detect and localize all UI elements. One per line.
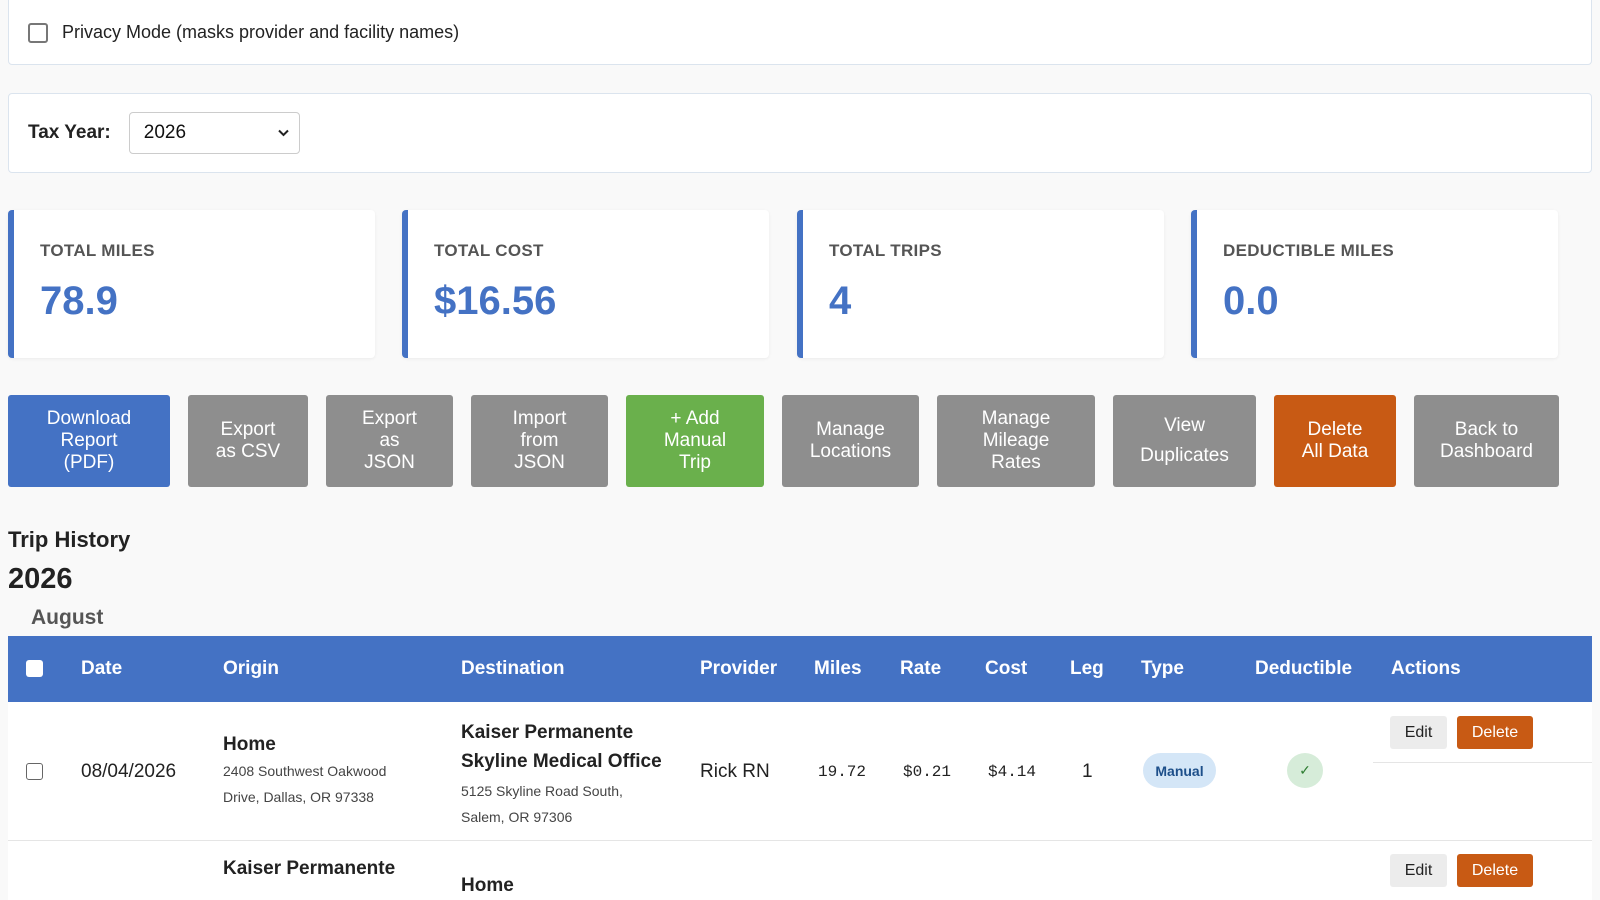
stat-value: $16.56 xyxy=(434,279,557,323)
trip-table-header: Date Origin Destination Provider Miles R… xyxy=(8,636,1592,702)
trip-rate: $0.21 xyxy=(903,763,952,781)
import-json-button[interactable]: Import from JSON xyxy=(471,395,608,487)
export-csv-button[interactable]: Export as CSV xyxy=(188,395,308,487)
trip-leg: 1 xyxy=(1082,761,1093,782)
stat-card-total-trips: TOTAL TRIPS 4 xyxy=(797,210,1164,358)
origin-name: Home xyxy=(223,734,276,755)
stat-value: 4 xyxy=(829,279,852,323)
stat-label: TOTAL MILES xyxy=(40,241,155,260)
stat-value: 0.0 xyxy=(1223,279,1279,323)
destination-address-line-1: 5125 Skyline Road South, xyxy=(461,783,623,799)
origin-cell: Home 2408 Southwest Oakwood Drive, Dalla… xyxy=(223,734,386,810)
trip-cost: $4.14 xyxy=(988,763,1037,781)
download-report-pdf-button[interactable]: Download Report (PDF) xyxy=(8,395,170,487)
edit-button[interactable]: Edit xyxy=(1390,716,1447,749)
year-heading: 2026 xyxy=(8,563,73,595)
privacy-mode-checkbox[interactable] xyxy=(28,22,48,43)
destination-address-line-2: Salem, OR 97306 xyxy=(461,809,573,825)
manage-locations-button[interactable]: Manage Locations xyxy=(782,395,919,487)
edit-button[interactable]: Edit xyxy=(1390,854,1447,887)
trip-date: 08/04/2026 xyxy=(81,761,177,782)
trip-type-badge: Manual xyxy=(1143,753,1216,788)
column-header-actions: Actions xyxy=(1391,658,1461,679)
add-manual-trip-button[interactable]: + Add Manual Trip xyxy=(626,395,764,487)
check-icon: ✓ xyxy=(1287,753,1323,788)
export-json-button[interactable]: Export as JSON xyxy=(326,395,453,487)
trip-table-body: 08/04/2026 Home 2408 Southwest Oakwood D… xyxy=(8,702,1592,900)
column-header-destination: Destination xyxy=(461,658,565,679)
stat-label: TOTAL TRIPS xyxy=(829,241,942,260)
stat-label: TOTAL COST xyxy=(434,241,544,260)
actions-divider xyxy=(1373,762,1592,763)
view-duplicates-button[interactable]: View Duplicates xyxy=(1113,395,1256,487)
origin-address-line-2: Drive, Dallas, OR 97338 xyxy=(223,789,374,805)
delete-button[interactable]: Delete xyxy=(1457,854,1533,887)
stat-label: DEDUCTIBLE MILES xyxy=(1223,241,1395,260)
column-header-date: Date xyxy=(81,658,123,679)
back-to-dashboard-button[interactable]: Back to Dashboard xyxy=(1414,395,1559,487)
tax-year-label: Tax Year: xyxy=(28,122,111,143)
manage-mileage-rates-button[interactable]: Manage Mileage Rates xyxy=(937,395,1095,487)
destination-name-line-1: Kaiser Permanente xyxy=(461,722,634,743)
column-header-leg: Leg xyxy=(1070,658,1104,679)
table-row: Kaiser Permanente Home Edit Delete xyxy=(8,842,1592,900)
privacy-mode-label: Privacy Mode (masks provider and facilit… xyxy=(62,22,460,42)
chevron-down-icon xyxy=(278,126,289,140)
origin-address-line-1: 2408 Southwest Oakwood xyxy=(223,763,387,779)
column-header-rate: Rate xyxy=(900,658,942,679)
select-all-checkbox[interactable] xyxy=(26,660,43,677)
delete-button[interactable]: Delete xyxy=(1457,716,1533,749)
tax-year-select[interactable]: 2026 xyxy=(128,112,300,154)
column-header-origin: Origin xyxy=(223,658,279,679)
month-heading: August xyxy=(31,606,104,629)
stat-card-total-cost: TOTAL COST $16.56 xyxy=(402,210,769,358)
column-header-provider: Provider xyxy=(700,658,778,679)
column-header-type: Type xyxy=(1141,658,1184,679)
column-header-miles: Miles xyxy=(814,658,862,679)
trip-miles: 19.72 xyxy=(818,763,867,781)
row-select-checkbox[interactable] xyxy=(26,763,43,780)
destination-name-line-2: Skyline Medical Office xyxy=(461,751,662,772)
table-row: 08/04/2026 Home 2408 Southwest Oakwood D… xyxy=(8,702,1592,841)
destination-cell: Kaiser Permanente Skyline Medical Office… xyxy=(461,718,662,830)
column-header-deductible: Deductible xyxy=(1255,658,1353,679)
tax-year-value: 2026 xyxy=(143,122,187,143)
column-header-cost: Cost xyxy=(985,658,1028,679)
tax-year-card: Tax Year: 2026 xyxy=(8,93,1592,173)
provider-name: Rick RN xyxy=(700,761,770,782)
stat-card-total-miles: TOTAL MILES 78.9 xyxy=(8,210,375,358)
privacy-mode-card: Privacy Mode (masks provider and facilit… xyxy=(8,0,1592,65)
destination-name: Home xyxy=(461,875,514,896)
trip-history-heading: Trip History xyxy=(8,527,131,552)
delete-all-data-button[interactable]: Delete All Data xyxy=(1274,395,1396,487)
origin-name: Kaiser Permanente xyxy=(223,858,396,879)
stat-card-deductible-miles: DEDUCTIBLE MILES 0.0 xyxy=(1191,210,1558,358)
stat-value: 78.9 xyxy=(40,279,118,323)
